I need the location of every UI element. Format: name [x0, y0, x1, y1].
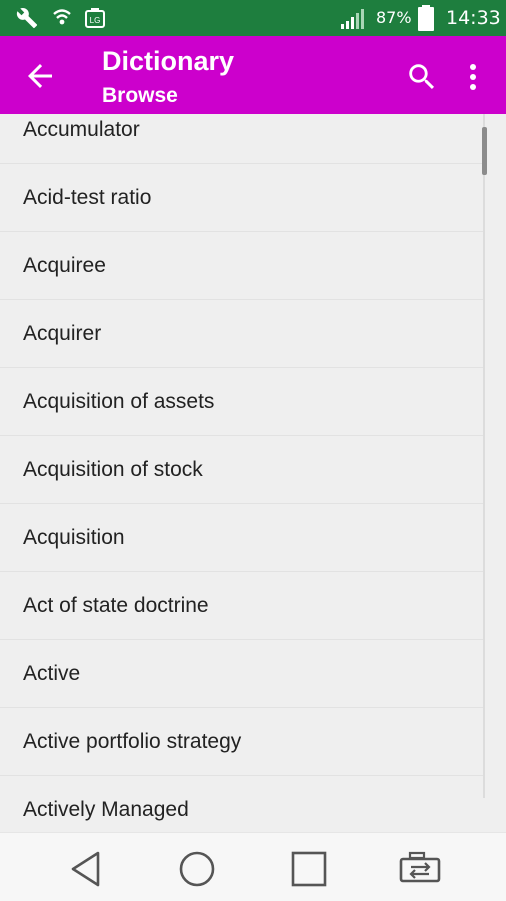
svg-text:LG: LG — [90, 16, 101, 25]
app-bar: Dictionary Browse — [0, 36, 506, 114]
list-item[interactable]: Accumulator — [0, 114, 484, 164]
recents-square-icon[interactable] — [287, 847, 331, 891]
list-item-label: Acquisition — [23, 526, 125, 549]
wifi-icon — [53, 9, 71, 25]
list-item-label: Active portfolio strategy — [23, 730, 242, 753]
list-item[interactable]: Act of state doctrine — [0, 572, 484, 640]
navigation-bar — [0, 832, 506, 901]
lg-icon: LG — [85, 8, 105, 28]
list-item[interactable]: Acquisition of assets — [0, 368, 484, 436]
battery-percent: 87% — [376, 8, 412, 27]
battery-icon — [418, 5, 434, 31]
list-item[interactable]: Actively Managed — [0, 776, 484, 832]
list-item[interactable]: Active — [0, 640, 484, 708]
search-icon[interactable] — [405, 60, 439, 94]
back-arrow-icon[interactable] — [22, 58, 58, 94]
scrollbar-thumb[interactable] — [482, 127, 487, 175]
list-item-label: Acquisition of assets — [23, 390, 215, 413]
list-item[interactable]: Acid-test ratio — [0, 164, 484, 232]
scrollbar-track — [483, 114, 485, 798]
list-item[interactable]: Acquisition — [0, 504, 484, 572]
list-item-label: Acquisition of stock — [23, 458, 203, 481]
wrench-icon — [16, 8, 38, 29]
signal-icon — [341, 9, 364, 29]
list-item-label: Active — [23, 662, 81, 685]
list-item-label: Acid-test ratio — [23, 186, 152, 209]
page-subtitle: Browse — [102, 84, 178, 107]
list-item-label: Accumulator — [23, 118, 140, 141]
more-options-icon[interactable] — [461, 60, 485, 94]
status-bar: LG 87% 14:33 — [0, 0, 506, 36]
dual-window-icon[interactable] — [398, 847, 442, 891]
home-circle-icon[interactable] — [175, 847, 219, 891]
page-title: Dictionary — [102, 46, 235, 76]
list-item-label: Actively Managed — [23, 798, 189, 821]
back-triangle-icon[interactable] — [64, 847, 108, 891]
list-item-label: Acquirer — [23, 322, 102, 345]
status-time: 14:33 — [446, 7, 501, 29]
list-item[interactable]: Acquirer — [0, 300, 484, 368]
list-item[interactable]: Active portfolio strategy — [0, 708, 484, 776]
list-item-label: Act of state doctrine — [23, 594, 209, 617]
list-item[interactable]: Acquiree — [0, 232, 484, 300]
list-item[interactable]: Acquisition of stock — [0, 436, 484, 504]
list-item-label: Acquiree — [23, 254, 106, 277]
term-list: Accumulator Acid-test ratio Acquiree Acq… — [0, 114, 506, 832]
